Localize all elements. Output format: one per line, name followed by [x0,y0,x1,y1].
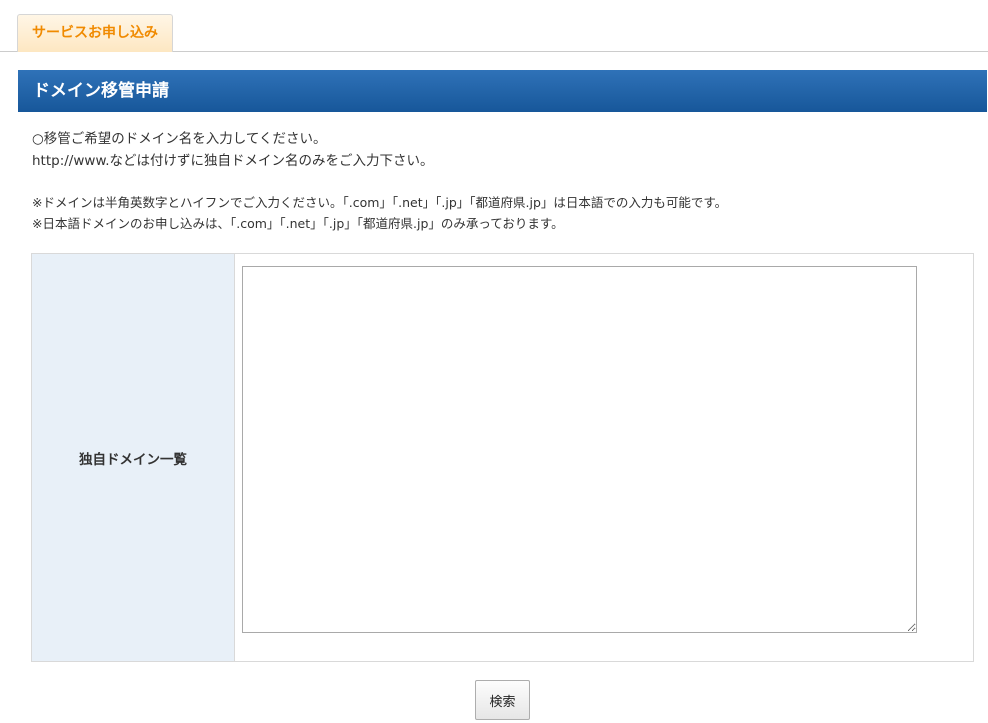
notes-text: ※ドメインは半角英数字とハイフンでご入力ください。「.com」「.net」「.j… [32,192,972,234]
domain-list-label: 独自ドメイン一覧 [32,254,235,661]
section-title: ドメイン移管申請 [18,70,987,112]
search-button[interactable]: 検索 [475,680,530,720]
tab-strip: サービスお申し込み [0,0,988,52]
page: サービスお申し込み ドメイン移管申請 ○移管ご希望のドメイン名を入力してください… [0,0,988,723]
domain-list-textarea[interactable] [242,266,917,633]
intro-line-2: http://www.などは付けずに独自ドメイン名のみをご入力下さい。 [32,153,434,169]
domain-list-input-cell [235,254,973,661]
intro-text: ○移管ご希望のドメイン名を入力してください。 http://www.などは付けず… [32,128,972,172]
note-line-1: ※ドメインは半角英数字とハイフンでご入力ください。「.com」「.net」「.j… [32,195,728,210]
intro-line-1: ○移管ご希望のドメイン名を入力してください。 [32,131,327,147]
tab-service-application[interactable]: サービスお申し込み [17,14,173,52]
domain-form-table: 独自ドメイン一覧 [31,253,974,662]
note-line-2: ※日本語ドメインのお申し込みは、「.com」「.net」「.jp」「都道府県.j… [32,216,564,231]
